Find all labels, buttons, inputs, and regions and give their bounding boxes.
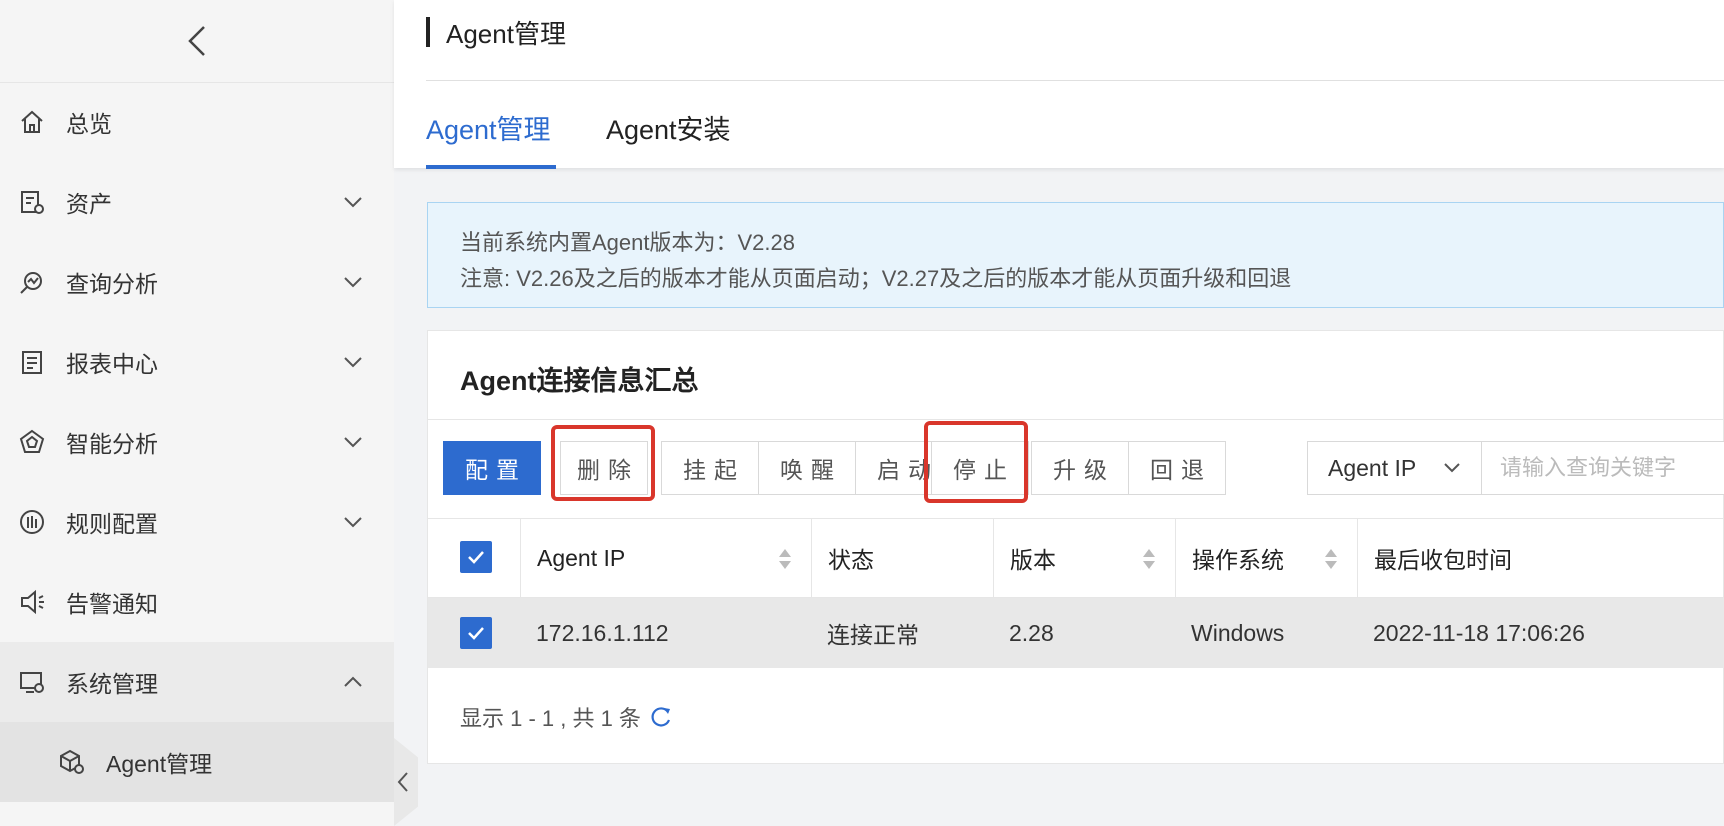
cell-status: 连接正常	[827, 622, 919, 648]
sidebar-item-intelligent-analysis[interactable]: 智能分析	[0, 402, 394, 482]
page-title: Agent管理	[446, 18, 566, 49]
sidebar-item-label: 系统管理	[66, 671, 158, 697]
notice-line-note: 注意: V2.26及之后的版本才能从页面启动；V2.27及之后的版本才能从页面升…	[460, 266, 1292, 291]
select-all-checkbox[interactable]	[460, 541, 492, 573]
sort-icon[interactable]	[777, 545, 793, 573]
card-title: Agent连接信息汇总	[460, 366, 699, 396]
delete-button-highlight	[551, 425, 655, 501]
active-tab-underline	[426, 165, 556, 169]
sidebar-collapse-button[interactable]	[0, 0, 394, 83]
chevron-up-icon	[344, 676, 362, 687]
sort-icon[interactable]	[1141, 545, 1157, 573]
column-header-last-receive-time: 最后收包时间	[1357, 519, 1724, 597]
table-row[interactable]: 172.16.1.112 连接正常 2.28 Windows 2022-11-1…	[428, 598, 1724, 668]
search-input[interactable]	[1481, 441, 1724, 495]
wake-button[interactable]: 唤醒	[758, 441, 856, 495]
suspend-button-label: 挂起	[683, 457, 745, 483]
sidebar-subitem-label: Agent管理	[106, 751, 213, 777]
column-header-os[interactable]: 操作系统	[1175, 519, 1357, 597]
agent-summary-card: Agent连接信息汇总 配置 删除 挂起 唤醒 启动 停止 升级 回退 Agen…	[427, 330, 1724, 764]
wake-button-label: 唤醒	[780, 457, 842, 483]
suspend-button[interactable]: 挂起	[661, 441, 759, 495]
cell-last-receive-time: 2022-11-18 17:06:26	[1373, 619, 1585, 646]
column-header-label: 状态	[828, 547, 874, 573]
chevron-down-icon	[1444, 463, 1460, 473]
cell-os: Windows	[1191, 619, 1285, 646]
sidebar-item-label: 查询分析	[66, 271, 158, 297]
tab-agent-install[interactable]: Agent安装	[606, 108, 731, 147]
sidebar-item-label: 告警通知	[66, 591, 158, 617]
pagination-info: 显示 1 - 1 , 共 1 条	[460, 701, 673, 733]
config-button[interactable]: 配置	[443, 441, 541, 495]
sidebar-item-label: 规则配置	[66, 511, 158, 537]
chevron-down-icon	[344, 277, 362, 288]
check-icon	[468, 551, 484, 564]
sidebar-item-label: 总览	[66, 111, 112, 137]
sidebar-item-label: 智能分析	[66, 431, 158, 457]
column-header-label: Agent IP	[537, 544, 626, 571]
pagination-text: 显示 1 - 1 , 共 1 条	[460, 706, 641, 731]
column-header-agent-ip[interactable]: Agent IP	[520, 519, 811, 597]
cell-version: 2.28	[1009, 619, 1054, 646]
refresh-icon[interactable]	[649, 705, 673, 729]
column-header-label: 最后收包时间	[1374, 547, 1512, 573]
page-header: Agent管理 Agent管理 Agent安装	[394, 0, 1724, 169]
sort-icon[interactable]	[1323, 545, 1339, 573]
rollback-button-label: 回退	[1150, 457, 1212, 483]
row-checkbox[interactable]	[460, 617, 492, 649]
home-icon	[21, 110, 43, 133]
rule-config-icon	[20, 510, 44, 534]
sidebar-item-label: 资产	[66, 191, 112, 217]
sidebar-item-report-center[interactable]: 报表中心	[0, 322, 394, 402]
table-header: Agent IP 状态 版本 操作系统 最后收包时间	[428, 518, 1724, 598]
sidebar-item-label: 报表中心	[66, 351, 158, 377]
column-header-label: 操作系统	[1192, 547, 1284, 573]
sidebar-item-overview[interactable]: 总览	[0, 82, 394, 162]
config-button-label: 配置	[465, 457, 527, 483]
alarm-icon	[21, 589, 44, 615]
main-content: Agent管理 Agent管理 Agent安装 当前系统内置Agent版本为：V…	[394, 0, 1724, 826]
chevron-down-icon	[344, 197, 362, 208]
column-header-status: 状态	[811, 519, 993, 597]
sidebar-item-system-admin[interactable]: 系统管理	[0, 642, 394, 722]
search-field-selected: Agent IP	[1328, 454, 1417, 481]
sidebar-item-query-analysis[interactable]: 查询分析	[0, 242, 394, 322]
asset-icon	[21, 191, 44, 214]
version-notice: 当前系统内置Agent版本为：V2.28 注意: V2.26及之后的版本才能从页…	[427, 202, 1724, 308]
chevron-left-icon	[188, 26, 205, 56]
title-accent-bar	[426, 17, 430, 47]
column-header-version[interactable]: 版本	[993, 519, 1175, 597]
agent-box-icon	[60, 749, 84, 774]
tab-agent-management[interactable]: Agent管理	[426, 108, 551, 147]
report-icon	[22, 351, 42, 374]
rollback-button[interactable]: 回退	[1128, 441, 1226, 495]
check-icon	[468, 627, 484, 640]
sidebar-subitem-agent-management[interactable]: Agent管理	[0, 722, 394, 802]
chevron-down-icon	[344, 517, 362, 528]
notice-line-version: 当前系统内置Agent版本为：V2.28	[460, 230, 795, 255]
stop-button-highlight	[924, 421, 1028, 503]
intelligent-analysis-icon	[19, 429, 45, 453]
sidebar-item-rule-config[interactable]: 规则配置	[0, 482, 394, 562]
header-divider	[426, 80, 1724, 81]
sidebar: 总览 资产 查询分析 报表中心 智能分析 规则配置 告警通知 系统管理 Agen…	[0, 0, 394, 826]
search-field-select[interactable]: Agent IP	[1307, 441, 1482, 495]
card-divider	[428, 419, 1723, 420]
sidebar-item-assets[interactable]: 资产	[0, 162, 394, 242]
column-header-label: 版本	[1010, 547, 1056, 573]
sidebar-item-alarm-notify[interactable]: 告警通知	[0, 562, 394, 642]
query-analysis-icon	[20, 272, 42, 294]
chevron-down-icon	[344, 357, 362, 368]
system-admin-icon	[20, 672, 44, 693]
upgrade-button[interactable]: 升级	[1031, 441, 1129, 495]
chevron-down-icon	[344, 437, 362, 448]
upgrade-button-label: 升级	[1053, 457, 1115, 483]
page-title-wrap: Agent管理	[426, 16, 566, 49]
cell-agent-ip: 172.16.1.112	[536, 619, 669, 646]
